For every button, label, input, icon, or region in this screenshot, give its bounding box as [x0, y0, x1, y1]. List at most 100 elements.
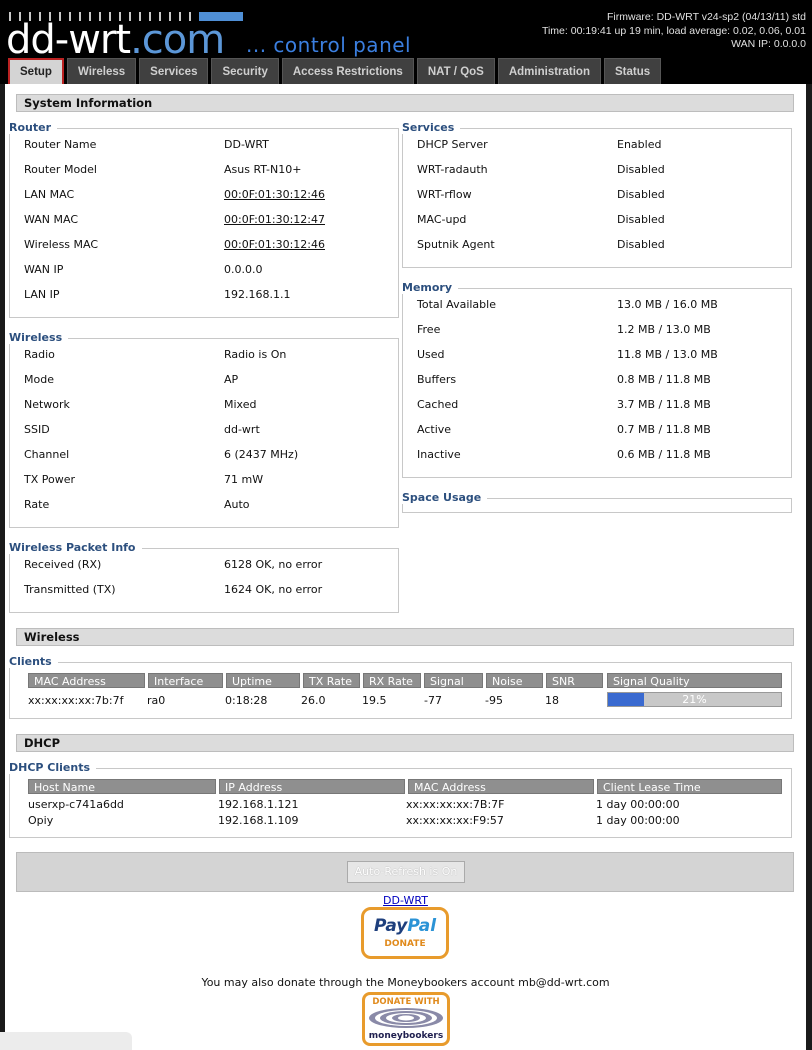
wan-ip-info: WAN IP: 0.0.0.0 — [731, 38, 806, 50]
router-model-value: Asus RT-N10+ — [224, 163, 302, 176]
client-uptime: 0:18:28 — [225, 694, 268, 707]
uptime-load: Time: 00:19:41 up 19 min, load average: … — [541, 24, 806, 37]
active-label: Active — [417, 423, 452, 436]
logo-com: .com — [130, 17, 225, 63]
lan-mac-value[interactable]: 00:0F:01:30:12:46 — [224, 188, 325, 201]
firmware-info: Firmware: DD-WRT v24-sp2 (04/13/11) std … — [542, 11, 806, 52]
rflow-value: Disabled — [617, 188, 665, 201]
client-interface: ra0 — [147, 694, 166, 707]
mb-donate-with: DONATE WITH — [372, 997, 440, 1007]
logo: dd-wrt.com — [6, 17, 225, 63]
dhcp-lease-2: 1 day 00:00:00 — [596, 814, 680, 827]
moneybookers-donate-button[interactable]: DONATE WITH moneybookers — [362, 992, 450, 1046]
packet-info-legend: Wireless Packet Info — [9, 541, 142, 554]
sputnik-value: Disabled — [617, 238, 665, 251]
router-name-label: Router Name — [24, 138, 97, 151]
section-header-dhcp: DHCP — [16, 734, 794, 752]
wan-mac-value[interactable]: 00:0F:01:30:12:47 — [224, 213, 325, 226]
cached-label: Cached — [417, 398, 459, 411]
tab-nat-qos[interactable]: NAT / QoS — [416, 58, 495, 84]
tab-administration[interactable]: Administration — [497, 58, 601, 84]
wan-ip-label: WAN IP — [24, 263, 64, 276]
header: dd-wrt.com ... control panel Firmware: D… — [0, 0, 812, 84]
tx-power-value: 71 mW — [224, 473, 264, 486]
rx-label: Received (RX) — [24, 558, 102, 571]
mode-label: Mode — [24, 373, 54, 386]
col-host-name: Host Name — [28, 779, 216, 794]
auto-refresh-button[interactable]: Auto-Refresh is On — [347, 861, 465, 883]
col-dhcp-mac: MAC Address — [408, 779, 594, 794]
rate-value: Auto — [224, 498, 250, 511]
total-available-label: Total Available — [417, 298, 496, 311]
col-signal-quality: Signal Quality — [607, 673, 782, 688]
signal-quality-bar: 21% — [607, 692, 782, 707]
sputnik-label: Sputnik Agent — [417, 238, 495, 251]
client-tx-rate: 26.0 — [301, 694, 326, 707]
radauth-value: Disabled — [617, 163, 665, 176]
section-header-system-info: System Information — [16, 94, 794, 112]
dhcp-host-2: Opiy — [28, 814, 54, 827]
tab-security[interactable]: Security — [211, 58, 279, 84]
dhcp-host-1: userxp-c741a6dd — [28, 798, 124, 811]
radio-value: Radio is On — [224, 348, 287, 361]
active-value: 0.7 MB / 11.8 MB — [617, 423, 711, 436]
wireless-box — [9, 338, 399, 528]
col-noise: Noise — [486, 673, 543, 688]
main-tabs: Setup Wireless Services Security Access … — [8, 58, 664, 84]
network-value: Mixed — [224, 398, 257, 411]
refresh-bar: Auto-Refresh is On — [16, 852, 794, 892]
wan-mac-label: WAN MAC — [24, 213, 79, 226]
dhcp-lease-1: 1 day 00:00:00 — [596, 798, 680, 811]
window-corner — [0, 1032, 132, 1050]
col-signal: Signal — [424, 673, 483, 688]
dhcp-clients-legend: DHCP Clients — [9, 761, 97, 774]
services-legend: Services — [402, 121, 461, 134]
buffers-value: 0.8 MB / 11.8 MB — [617, 373, 711, 386]
dhcp-server-value: Enabled — [617, 138, 662, 151]
tab-services[interactable]: Services — [139, 58, 209, 84]
tx-label: Transmitted (TX) — [24, 583, 116, 596]
wireless-mac-value[interactable]: 00:0F:01:30:12:46 — [224, 238, 325, 251]
logo-main: dd-wrt — [6, 17, 131, 63]
paypal-logo: PayPal — [364, 916, 446, 936]
free-label: Free — [417, 323, 441, 336]
signal-quality-percent: 21% — [682, 693, 707, 706]
col-tx-rate: TX Rate — [303, 673, 360, 688]
client-signal: -77 — [424, 694, 442, 707]
cached-value: 3.7 MB / 11.8 MB — [617, 398, 711, 411]
channel-label: Channel — [24, 448, 70, 461]
radauth-label: WRT-radauth — [417, 163, 488, 176]
tab-status[interactable]: Status — [603, 58, 662, 84]
rate-label: Rate — [24, 498, 50, 511]
router-model-label: Router Model — [24, 163, 97, 176]
mac-upd-value: Disabled — [617, 213, 665, 226]
network-label: Network — [24, 398, 70, 411]
tab-wireless[interactable]: Wireless — [66, 58, 137, 84]
ssid-label: SSID — [24, 423, 50, 436]
router-name-value: DD-WRT — [224, 138, 269, 151]
ddwrt-link[interactable]: DD-WRT — [5, 894, 806, 907]
client-snr: 18 — [545, 694, 559, 707]
lan-ip-label: LAN IP — [24, 288, 60, 301]
col-rx-rate: RX Rate — [363, 673, 421, 688]
paypal-donate-button[interactable]: PayPal DONATE — [361, 907, 449, 959]
space-usage-legend: Space Usage — [402, 491, 488, 504]
mb-brand: moneybookers — [368, 1031, 444, 1041]
tab-access-restrictions[interactable]: Access Restrictions — [281, 58, 414, 84]
rx-value: 6128 OK, no error — [224, 558, 323, 571]
client-rx-rate: 19.5 — [362, 694, 387, 707]
lan-ip-value: 192.168.1.1 — [224, 288, 291, 301]
router-legend: Router — [9, 121, 58, 134]
tab-setup[interactable]: Setup — [8, 58, 64, 84]
control-panel-title: ... control panel — [246, 33, 412, 57]
dhcp-ip-2: 192.168.1.109 — [218, 814, 299, 827]
col-lease-time: Client Lease Time — [597, 779, 782, 794]
used-value: 11.8 MB / 13.0 MB — [617, 348, 718, 361]
client-mac: xx:xx:xx:xx:7b:7f — [28, 694, 124, 707]
col-ip-address: IP Address — [219, 779, 405, 794]
paypal-donate-label: DONATE — [384, 939, 426, 949]
section-header-wireless: Wireless — [16, 628, 794, 646]
firmware-version: Firmware: DD-WRT v24-sp2 (04/13/11) std — [607, 11, 806, 23]
channel-value: 6 (2437 MHz) — [224, 448, 299, 461]
client-noise: -95 — [485, 694, 503, 707]
